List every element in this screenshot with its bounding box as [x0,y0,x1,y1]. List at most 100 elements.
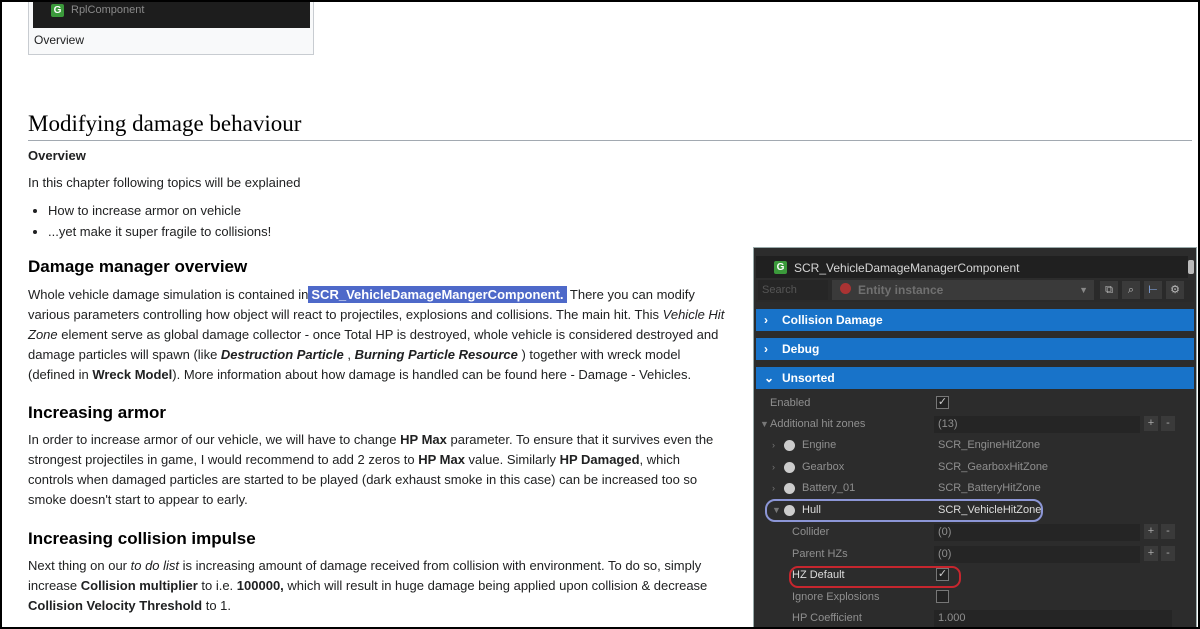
section-heading-damage-manager: Damage manager overview [28,257,248,276]
chevron-right-icon: › [764,313,768,327]
text-run: to do list [130,558,180,573]
remove-button[interactable]: - [1161,546,1175,561]
property-label: Enabled [770,397,811,409]
property-row-collider: Collider (0) + - [756,522,1194,543]
enabled-checkbox[interactable]: ✓ [936,396,949,409]
property-label: Engine [802,439,837,451]
hull-highlight-outline [765,499,1043,522]
component-title-bar: G SCR_VehicleDamageManagerComponent [756,256,1194,278]
text-run: HP Damaged [559,452,640,467]
armor-paragraph: In order to increase armor of our vehicl… [28,430,728,510]
text-run: HP Max [418,452,465,467]
text-run: Burning Particle Resource [354,347,518,362]
chevron-right-icon: › [764,342,768,356]
text-run: Collision Velocity Threshold [28,598,203,613]
expand-icon[interactable]: ▼ [760,414,769,435]
text-run: value. Similarly [464,452,560,467]
property-value: (13) [934,416,1140,433]
ignore-explosions-checkbox[interactable] [936,590,949,603]
property-value: SCR_EngineHitZone [938,439,1041,451]
add-button[interactable]: + [1144,524,1158,539]
property-label: Collider [792,526,830,538]
property-label: Additional hit zones [770,418,866,430]
hitzone-icon [784,462,795,473]
text-run: 100000, [236,578,284,593]
overview-label: Overview [28,148,86,163]
section-unsorted[interactable]: ⌄ Unsorted [756,367,1194,389]
section-label: Collision Damage [782,313,883,327]
property-label: Gearbox [802,461,845,473]
property-value: SCR_GearboxHitZone [938,461,1049,473]
property-value: (0) [934,546,1140,563]
property-label: HP Coefficient [792,612,862,624]
section-label: Unsorted [782,371,835,385]
search-input[interactable]: Search [758,280,828,300]
text-run: In order to increase armor of our vehicl… [28,432,401,447]
hz-default-highlight-outline [789,566,961,588]
section-heading-collision: Increasing collision impulse [28,529,256,548]
text-run: Whole vehicle damage simulation is conta… [28,287,309,302]
damage-manager-paragraph: Whole vehicle damage simulation is conta… [28,285,728,385]
intro-text: In this chapter following topics will be… [28,175,301,190]
property-label: Ignore Explosions [792,591,880,603]
selected-text-highlight: SCR_VehicleDamageMangerComponent. [308,286,567,303]
text-run: ). More information about how damage is … [172,367,692,382]
section-collision-damage[interactable]: › Collision Damage [756,309,1194,331]
add-button[interactable]: + [1144,546,1158,561]
entity-icon [840,283,851,294]
text-run: which will result in huge damage being a… [283,578,708,593]
collision-paragraph: Next thing on our to do list is increasi… [28,556,743,616]
property-row-gearbox[interactable]: › Gearbox SCR_GearboxHitZone [756,457,1194,478]
section-heading-armor: Increasing armor [28,403,166,422]
hierarchy-icon[interactable]: ⊢ [1144,281,1162,299]
hitzone-icon [784,440,795,451]
editor-toolbar: Search Entity instance ▼ ⧉ ⌕ ⊢ ⚙ [756,280,1194,302]
thumbnail-image-label: RplComponent [71,4,145,16]
chevron-down-icon: ⌄ [764,371,775,385]
property-row-engine[interactable]: › Engine SCR_EngineHitZone [756,435,1194,456]
scrollbar[interactable] [1188,260,1194,274]
chevron-right-icon[interactable]: › [772,457,775,478]
thumbnail-caption: Overview [34,33,85,47]
overview-thumbnail[interactable]: G RplComponent Overview [28,2,314,55]
text-run: HP Max [400,432,447,447]
property-row-additional-hit-zones: ▼ Additional hit zones (13) + - [756,414,1194,435]
entity-label: Entity instance [858,283,944,297]
entity-instance-select[interactable]: Entity instance ▼ [832,280,1094,300]
chevron-right-icon[interactable]: › [772,435,775,456]
text-run: Collision multiplier [80,578,198,593]
property-row-enabled: Enabled ✓ [756,393,1194,414]
section-debug[interactable]: › Debug [756,338,1194,360]
property-label: Parent HZs [792,548,848,560]
property-row-parent-hzs: Parent HZs (0) + - [756,544,1194,565]
page-title: Modifying damage behaviour [28,110,1192,141]
thumbnail-image[interactable]: G RplComponent [33,2,310,28]
list-item: How to increase armor on vehicle [48,200,271,221]
component-icon: G [774,261,787,274]
remove-button[interactable]: - [1161,524,1175,539]
chevron-right-icon[interactable]: › [772,478,775,499]
add-button[interactable]: + [1144,416,1158,431]
property-label: Battery_01 [802,482,856,494]
topic-list: How to increase armor on vehicle ...yet … [28,200,271,242]
remove-button[interactable]: - [1161,416,1175,431]
gear-icon[interactable]: ⚙ [1166,281,1184,299]
list-item: ...yet make it super fragile to collisio… [48,221,271,242]
component-icon: G [51,4,64,17]
property-row-battery[interactable]: › Battery_01 SCR_BatteryHitZone [756,478,1194,499]
property-value[interactable]: 1.000 [934,610,1172,627]
component-title: SCR_VehicleDamageManagerComponent [794,261,1020,275]
editor-screenshot: G SCR_VehicleDamageManagerComponent Sear… [753,247,1197,627]
text-run: Next thing on our [28,558,131,573]
hitzone-icon [784,483,795,494]
search-icon[interactable]: ⌕ [1122,281,1140,299]
screenshot-frame: G RplComponent Overview Modifying damage… [0,0,1200,629]
text-run: to 1. [202,598,232,613]
text-run: Destruction Particle [220,347,344,362]
text-run: Wreck Model [92,367,173,382]
section-label: Debug [782,342,820,356]
open-external-icon[interactable]: ⧉ [1100,281,1118,299]
text-run: to i.e. [197,578,237,593]
text-run: , [343,347,355,362]
chevron-down-icon: ▼ [1079,285,1088,295]
